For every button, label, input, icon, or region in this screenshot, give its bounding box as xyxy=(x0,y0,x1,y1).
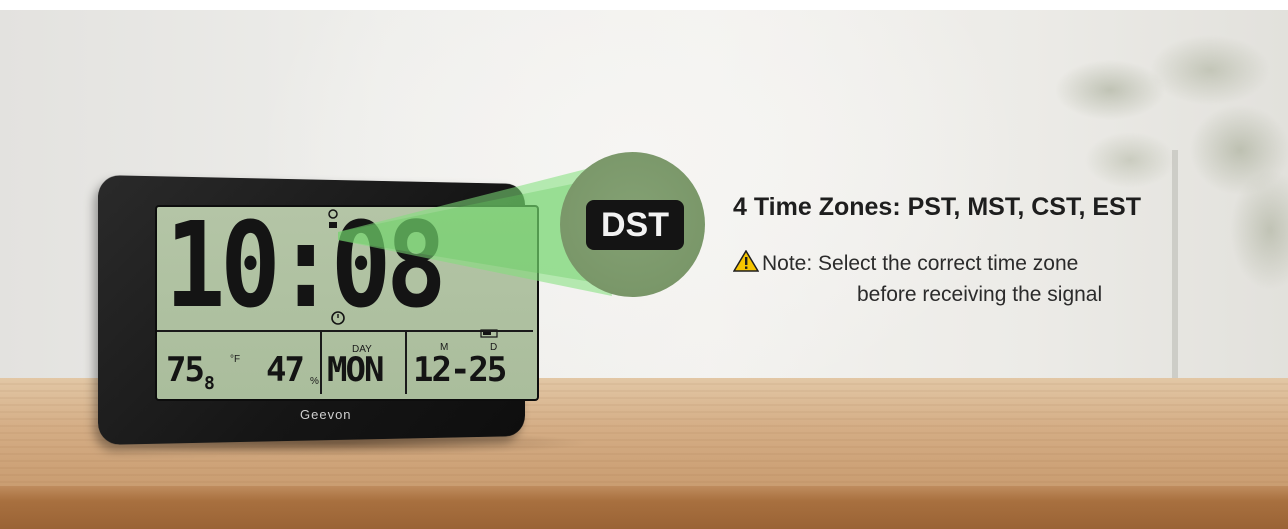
note-line-2: before receiving the signal xyxy=(857,283,1103,306)
note-line-1: Note: Select the correct time zone xyxy=(732,249,1079,278)
warning-icon xyxy=(732,249,760,278)
product-scene: 10:08 75 8 °F 47 % DAY MON M D 12-25 Gee… xyxy=(0,0,1288,529)
dst-badge: DST xyxy=(586,200,684,250)
note-text-1: Note: Select the correct time zone xyxy=(762,252,1079,275)
feature-headline: 4 Time Zones: PST, MST, CST, EST xyxy=(733,193,1141,221)
